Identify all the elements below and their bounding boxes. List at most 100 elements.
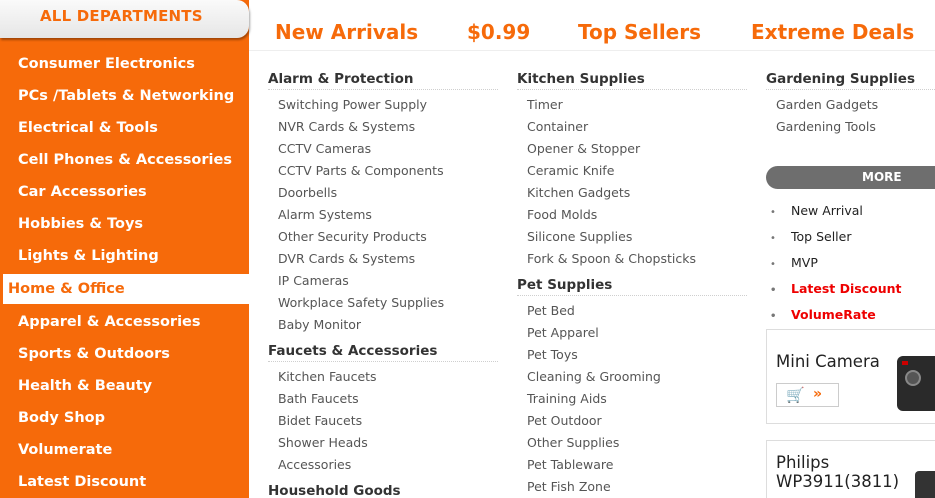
all-departments-header[interactable]: ALL DEPARTMENTS — [0, 0, 249, 38]
category-link-bidet-faucets[interactable]: Bidet Faucets — [278, 410, 498, 432]
more-link-mvp[interactable]: • MVP — [770, 250, 902, 276]
category-links: Pet Bed Pet Apparel Pet Toys Cleaning & Gro… — [517, 300, 747, 498]
sidebar-item-volumerate[interactable]: Volumerate — [0, 434, 249, 466]
promo-title[interactable]: Philips WP3911(3811) — [776, 453, 916, 491]
more-link-new-arrival[interactable]: • New Arrival — [770, 198, 902, 224]
category-link-cctv-cameras[interactable]: CCTV Cameras — [278, 138, 498, 160]
sidebar-item-pcs-tablets-networking[interactable]: PCs /Tablets & Networking — [0, 80, 249, 112]
category-heading-faucets-accessories[interactable]: Faucets & Accessories — [268, 340, 498, 362]
add-to-cart-button[interactable]: 🛒 » — [776, 383, 839, 407]
category-link-alarm-systems[interactable]: Alarm Systems — [278, 204, 498, 226]
category-heading-alarm-protection[interactable]: Alarm & Protection — [268, 68, 498, 90]
department-list: Consumer Electronics PCs /Tablets & Netwo… — [0, 48, 249, 498]
camera-led — [902, 361, 908, 365]
sidebar-item-electrical-tools[interactable]: Electrical & Tools — [0, 112, 249, 144]
more-link-top-seller[interactable]: • Top Seller — [770, 224, 902, 250]
promo-title[interactable]: Mini Camera — [776, 352, 880, 371]
category-column-2: Kitchen Supplies Timer Container Opener & S… — [517, 68, 747, 498]
sidebar-item-health-beauty[interactable]: Health & Beauty — [0, 370, 249, 402]
category-link-accessories[interactable]: Accessories — [278, 454, 498, 476]
double-chevron-right-icon: » — [813, 386, 823, 402]
category-link-bath-faucets[interactable]: Bath Faucets — [278, 388, 498, 410]
more-link-volumerate[interactable]: • VolumeRate — [770, 302, 902, 328]
sidebar-item-lights-lighting[interactable]: Lights & Lighting — [0, 240, 249, 272]
promo-mini-camera[interactable]: Mini Camera 🛒 » — [766, 329, 935, 424]
category-link-pet-apparel[interactable]: Pet Apparel — [527, 322, 747, 344]
sidebar-item-hobbies-toys[interactable]: Hobbies & Toys — [0, 208, 249, 240]
category-link-ceramic-knife[interactable]: Ceramic Knife — [527, 160, 747, 182]
all-departments-label: ALL DEPARTMENTS — [40, 7, 203, 25]
category-link-timer[interactable]: Timer — [527, 94, 747, 116]
category-link-kitchen-gadgets[interactable]: Kitchen Gadgets — [527, 182, 747, 204]
promo-philips[interactable]: Philips WP3911(3811) — [766, 440, 935, 498]
category-link-container[interactable]: Container — [527, 116, 747, 138]
more-links: • New Arrival • Top Seller • MVP • Latest Disco… — [770, 198, 902, 328]
category-link-food-molds[interactable]: Food Molds — [527, 204, 747, 226]
departments-sidebar: ALL DEPARTMENTS Consumer Electronics PCs … — [0, 0, 249, 498]
category-links: Garden Gadgets Gardening Tools — [766, 94, 935, 138]
bullet-icon: • — [770, 233, 776, 244]
bullet-icon: • — [770, 259, 776, 270]
category-heading-kitchen-supplies[interactable]: Kitchen Supplies — [517, 68, 747, 90]
category-link-ip-cameras[interactable]: IP Cameras — [278, 270, 498, 292]
category-column-3: Gardening Supplies Garden Gadgets Gardenin… — [766, 68, 935, 142]
nav-top-sellers[interactable]: Top Sellers — [578, 20, 701, 44]
more-link-label: Top Seller — [791, 229, 852, 244]
bullet-icon: • — [770, 311, 777, 322]
nav-divider — [249, 50, 935, 51]
category-link-baby-monitor[interactable]: Baby Monitor — [278, 314, 498, 336]
sidebar-item-home-office[interactable]: Home & Office — [3, 274, 249, 304]
category-links: Timer Container Opener & Stopper Ceramic Kn… — [517, 94, 747, 270]
category-link-workplace-safety-supplies[interactable]: Workplace Safety Supplies — [278, 292, 498, 314]
category-heading-gardening-supplies[interactable]: Gardening Supplies — [766, 68, 935, 90]
cart-icon: 🛒 — [786, 386, 805, 404]
bullet-icon: • — [770, 207, 776, 218]
category-link-doorbells[interactable]: Doorbells — [278, 182, 498, 204]
sidebar-item-apparel-accessories[interactable]: Apparel & Accessories — [0, 306, 249, 338]
category-column-1: Alarm & Protection Switching Power Supply… — [268, 68, 498, 498]
sidebar-item-latest-discount[interactable]: Latest Discount — [0, 466, 249, 498]
more-link-label: Latest Discount — [791, 281, 902, 296]
category-link-pet-fish-zone[interactable]: Pet Fish Zone — [527, 476, 747, 498]
category-link-pet-tableware[interactable]: Pet Tableware — [527, 454, 747, 476]
sidebar-item-car-accessories[interactable]: Car Accessories — [0, 176, 249, 208]
category-link-nvr-cards-systems[interactable]: NVR Cards & Systems — [278, 116, 498, 138]
category-links: Kitchen Faucets Bath Faucets Bidet Faucets… — [268, 366, 498, 476]
nav-099[interactable]: $0.99 — [467, 20, 530, 44]
bullet-icon: • — [770, 285, 777, 296]
sidebar-item-sports-outdoors[interactable]: Sports & Outdoors — [0, 338, 249, 370]
more-link-label: New Arrival — [791, 203, 863, 218]
category-link-kitchen-faucets[interactable]: Kitchen Faucets — [278, 366, 498, 388]
category-link-gardening-tools[interactable]: Gardening Tools — [776, 116, 935, 138]
category-link-silicone-supplies[interactable]: Silicone Supplies — [527, 226, 747, 248]
more-link-latest-discount[interactable]: • Latest Discount — [770, 276, 902, 302]
sidebar-item-body-shop[interactable]: Body Shop — [0, 402, 249, 434]
sidebar-item-cell-phones-accessories[interactable]: Cell Phones & Accessories — [0, 144, 249, 176]
category-link-opener-stopper[interactable]: Opener & Stopper — [527, 138, 747, 160]
more-label: MORE — [862, 170, 902, 184]
mini-camera-image[interactable] — [897, 356, 935, 411]
category-link-dvr-cards-systems[interactable]: DVR Cards & Systems — [278, 248, 498, 270]
category-link-fork-spoon-chopsticks[interactable]: Fork & Spoon & Chopsticks — [527, 248, 747, 270]
category-heading-household-goods[interactable]: Household Goods — [268, 480, 498, 498]
category-heading-pet-supplies[interactable]: Pet Supplies — [517, 274, 747, 296]
sidebar-item-consumer-electronics[interactable]: Consumer Electronics — [0, 48, 249, 80]
category-link-pet-toys[interactable]: Pet Toys — [527, 344, 747, 366]
category-link-other-supplies[interactable]: Other Supplies — [527, 432, 747, 454]
category-link-cctv-parts-components[interactable]: CCTV Parts & Components — [278, 160, 498, 182]
category-link-pet-outdoor[interactable]: Pet Outdoor — [527, 410, 747, 432]
category-link-other-security-products[interactable]: Other Security Products — [278, 226, 498, 248]
more-bar[interactable]: MORE — [766, 166, 935, 189]
category-link-garden-gadgets[interactable]: Garden Gadgets — [776, 94, 935, 116]
category-link-shower-heads[interactable]: Shower Heads — [278, 432, 498, 454]
more-link-label: VolumeRate — [791, 307, 876, 322]
more-link-label: MVP — [791, 255, 818, 270]
category-link-cleaning-grooming[interactable]: Cleaning & Grooming — [527, 366, 747, 388]
category-link-training-aids[interactable]: Training Aids — [527, 388, 747, 410]
nav-extreme-deals[interactable]: Extreme Deals — [751, 20, 914, 44]
philips-product-image[interactable] — [915, 471, 935, 498]
category-link-pet-bed[interactable]: Pet Bed — [527, 300, 747, 322]
camera-lens — [905, 370, 921, 386]
category-link-switching-power-supply[interactable]: Switching Power Supply — [278, 94, 498, 116]
nav-new-arrivals[interactable]: New Arrivals — [275, 20, 418, 44]
